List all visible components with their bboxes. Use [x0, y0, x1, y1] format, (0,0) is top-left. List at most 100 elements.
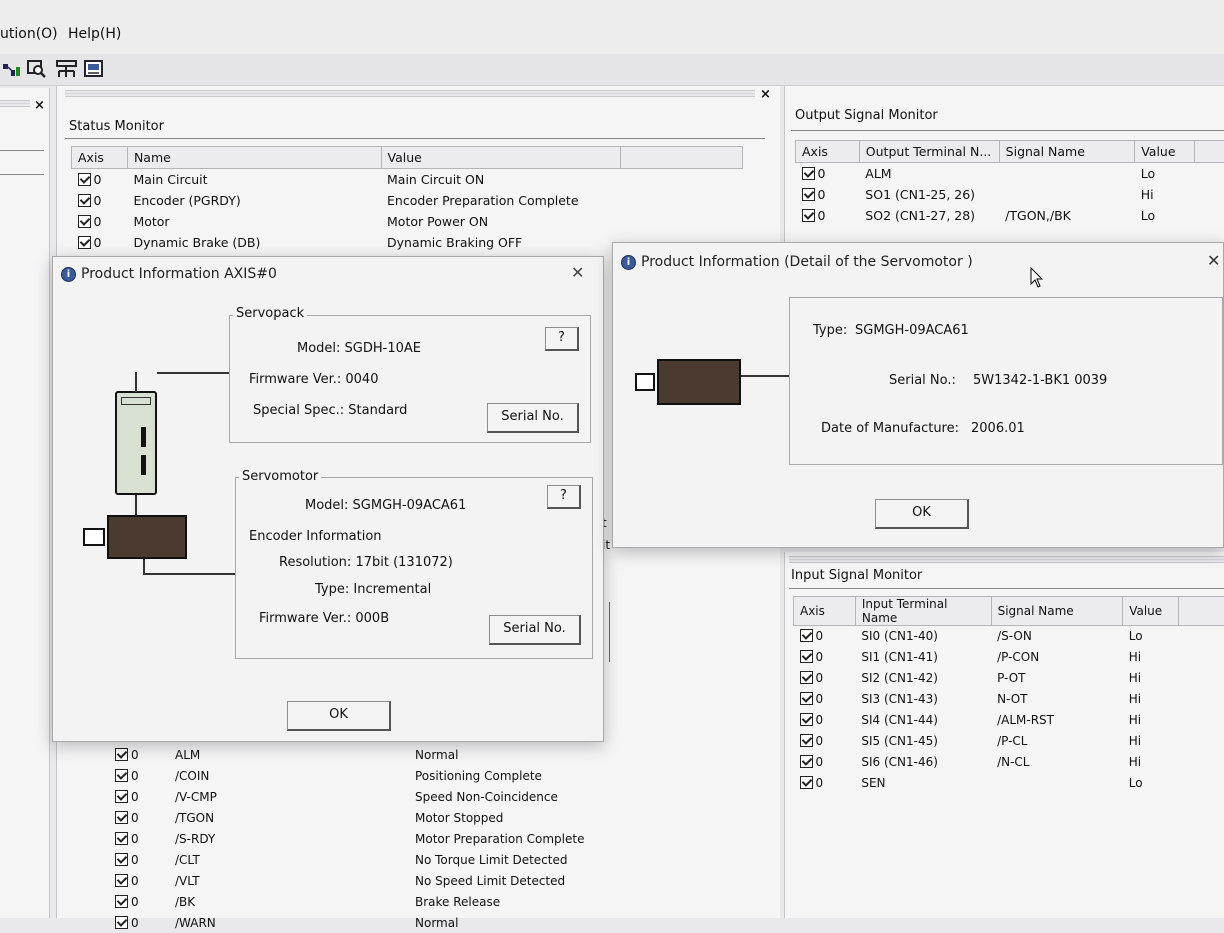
axis-checkbox[interactable]: [115, 790, 128, 803]
terminal-cell: SI4 (CN1-44): [855, 710, 991, 731]
axis-checkbox[interactable]: [800, 692, 813, 705]
table-row[interactable]: 0SI0 (CN1-40)/S-ONLo: [794, 626, 1224, 647]
column-header-axis[interactable]: Axis: [72, 147, 128, 169]
axis-checkbox[interactable]: [115, 853, 128, 866]
pane-grip[interactable]: [65, 90, 755, 97]
servomotor-serial-button[interactable]: Serial No.: [489, 615, 581, 645]
menu-item-help[interactable]: Help(H): [68, 26, 121, 42]
table-row[interactable]: 0 Encoder (PGRDY) Encoder Preparation Co…: [72, 190, 743, 211]
axis-checkbox[interactable]: [802, 209, 815, 222]
table-row[interactable]: 0 ALM Lo: [796, 163, 1224, 184]
column-header-signal[interactable]: Signal Name: [991, 597, 1123, 626]
pane-grip[interactable]: [789, 556, 1224, 563]
axis-checkbox[interactable]: [800, 713, 813, 726]
axis-checkbox[interactable]: [800, 776, 813, 789]
close-icon[interactable]: ✕: [571, 263, 584, 282]
value-cell: Lo: [1123, 773, 1179, 794]
value-cell: Hi: [1123, 752, 1179, 773]
terminal-cell: SO2 (CN1-27, 28): [859, 205, 999, 226]
table-row[interactable]: 0/WARNNormal: [109, 912, 669, 933]
column-header-name[interactable]: Name: [127, 147, 381, 169]
axis-checkbox[interactable]: [115, 895, 128, 908]
pane-grip[interactable]: [0, 100, 30, 107]
column-header-axis[interactable]: Axis: [794, 597, 856, 626]
value-cell: Dynamic Braking OFF: [381, 232, 621, 253]
table-row[interactable]: 0/TGONMotor Stopped: [109, 807, 669, 828]
table-row[interactable]: 0 Main Circuit Main Circuit ON: [72, 169, 743, 190]
network-icon[interactable]: [2, 59, 22, 79]
table-row[interactable]: 0/CLTNo Torque Limit Detected: [109, 849, 669, 870]
ok-button[interactable]: OK: [287, 701, 391, 731]
axis-checkbox[interactable]: [78, 173, 91, 186]
table-row[interactable]: 0/BKBrake Release: [109, 891, 669, 912]
axis-checkbox[interactable]: [800, 671, 813, 684]
servomotor-help-button[interactable]: ?: [547, 485, 581, 509]
axis-checkbox[interactable]: [78, 236, 91, 249]
table-row[interactable]: 0 Motor Motor Power ON: [72, 211, 743, 232]
axis-checkbox[interactable]: [800, 629, 813, 642]
signal-cell: P-OT: [991, 668, 1123, 689]
table-row[interactable]: 0SI6 (CN1-46)/N-CLHi: [794, 752, 1224, 773]
signal-cell: [999, 184, 1135, 205]
axis-checkbox[interactable]: [78, 215, 91, 228]
divider: [791, 130, 1224, 131]
servopack-serial-button[interactable]: Serial No.: [487, 403, 579, 433]
servomotor-model: Model: SGMGH-09ACA61: [305, 498, 466, 513]
axis-checkbox[interactable]: [115, 916, 128, 929]
servopack-help-button[interactable]: ?: [545, 327, 579, 351]
signal-cell: /N-CL: [991, 752, 1123, 773]
axis-checkbox[interactable]: [78, 194, 91, 207]
table-row[interactable]: 0/VLTNo Speed Limit Detected: [109, 870, 669, 891]
value-cell: Positioning Complete: [409, 765, 669, 786]
column-header-axis[interactable]: Axis: [796, 141, 860, 163]
input-signal-monitor-pane: Input Signal Monitor Axis Input Terminal…: [784, 552, 1224, 918]
name-cell: /WARN: [169, 912, 409, 933]
column-header-value[interactable]: Value: [381, 147, 621, 169]
signal-cell: /S-ON: [991, 626, 1123, 647]
table-row[interactable]: 0 SO1 (CN1-25, 26) Hi: [796, 184, 1224, 205]
table-row[interactable]: 0/S-RDYMotor Preparation Complete: [109, 828, 669, 849]
servopack-panel: [121, 397, 151, 405]
axis-checkbox[interactable]: [802, 188, 815, 201]
value-cell: No Speed Limit Detected: [409, 870, 669, 891]
table-row[interactable]: 0SENLo: [794, 773, 1224, 794]
name-cell: ALM: [169, 744, 409, 765]
axis-checkbox[interactable]: [800, 734, 813, 747]
table-row[interactable]: 0SI2 (CN1-42)P-OTHi: [794, 668, 1224, 689]
table-row[interactable]: 0ALMNormal: [109, 744, 669, 765]
axis-checkbox[interactable]: [802, 167, 815, 180]
column-header-value[interactable]: Value: [1123, 597, 1179, 626]
axis-checkbox[interactable]: [115, 769, 128, 782]
table-row[interactable]: 0/COINPositioning Complete: [109, 765, 669, 786]
column-header-terminal[interactable]: Output Terminal N...: [859, 141, 999, 163]
table-row[interactable]: 0SI3 (CN1-43)N-OTHi: [794, 689, 1224, 710]
table-row[interactable]: 0SI5 (CN1-45)/P-CLHi: [794, 731, 1224, 752]
close-icon[interactable]: ✕: [1207, 251, 1220, 270]
column-header-terminal[interactable]: Input Terminal Name: [855, 597, 991, 626]
axis-checkbox[interactable]: [115, 811, 128, 824]
axis-checkbox[interactable]: [115, 832, 128, 845]
table-row[interactable]: 0/V-CMPSpeed Non-Coincidence: [109, 786, 669, 807]
value-cell: Encoder Preparation Complete: [381, 190, 621, 211]
left-pane-close-icon[interactable]: ×: [34, 98, 45, 113]
tree-icon[interactable]: [56, 59, 76, 79]
axis-checkbox[interactable]: [115, 874, 128, 887]
axis-checkbox[interactable]: [115, 748, 128, 761]
terminal-cell: SO1 (CN1-25, 26): [859, 184, 999, 205]
status-monitor-close-icon[interactable]: ×: [760, 87, 771, 102]
signal-cell: /P-CL: [991, 731, 1123, 752]
table-row[interactable]: 0 SO2 (CN1-27, 28) /TGON,/BK Lo: [796, 205, 1224, 226]
axis-checkbox[interactable]: [800, 650, 813, 663]
menu-item-execution[interactable]: ution(O): [0, 26, 58, 42]
table-row[interactable]: 0SI1 (CN1-41)/P-CONHi: [794, 647, 1224, 668]
search-icon[interactable]: [27, 59, 47, 79]
axis-checkbox[interactable]: [800, 755, 813, 768]
ok-button[interactable]: OK: [875, 499, 969, 529]
value-cell: Lo: [1135, 205, 1195, 226]
servomotor-illustration: [107, 515, 187, 559]
table-row[interactable]: 0SI4 (CN1-44)/ALM-RSTHi: [794, 710, 1224, 731]
column-header-signal[interactable]: Signal Name: [999, 141, 1135, 163]
column-header-value[interactable]: Value: [1135, 141, 1195, 163]
output-monitor-title: Output Signal Monitor: [795, 108, 938, 123]
monitor-icon[interactable]: [84, 59, 104, 79]
